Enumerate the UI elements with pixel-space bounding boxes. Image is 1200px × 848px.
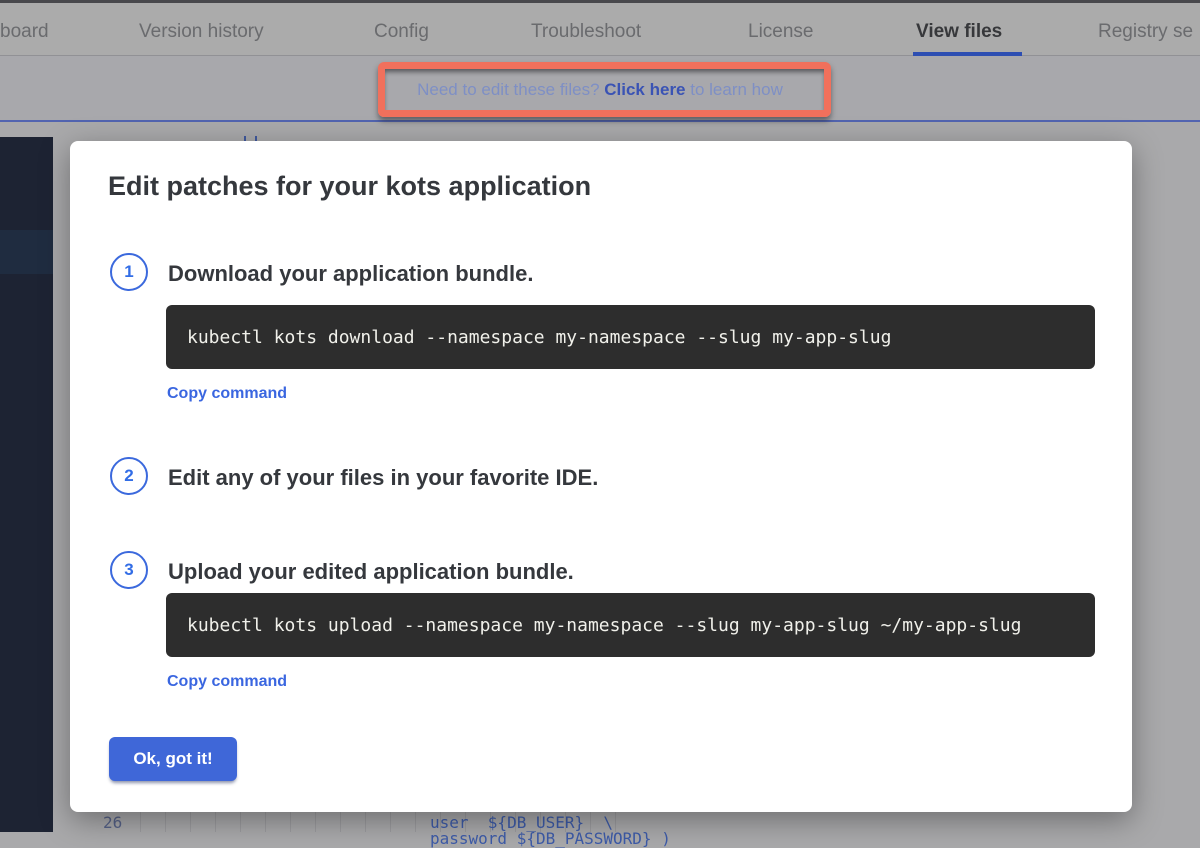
step-3-number: 3 <box>124 560 133 580</box>
upload-command-text: kubectl kots upload --namespace my-names… <box>187 615 1021 636</box>
banner-text: Need to edit these files? Click here to … <box>0 80 1200 100</box>
tab-dashboard-clipped[interactable]: board <box>0 21 49 43</box>
step-3-heading: Upload your edited application bundle. <box>168 559 574 585</box>
edit-patches-modal: Edit patches for your kots application 1… <box>70 141 1132 812</box>
step-3-badge: 3 <box>110 551 148 589</box>
tab-view-files[interactable]: View files <box>916 21 1002 43</box>
tab-license[interactable]: License <box>748 21 814 43</box>
step-1-heading: Download your application bundle. <box>168 261 533 287</box>
banner-text-suffix: to learn how <box>686 80 783 99</box>
window-top-edge <box>0 0 1200 3</box>
editor-line-number: 26 <box>103 813 122 832</box>
copy-upload-command-link[interactable]: Copy command <box>167 673 287 691</box>
step-2-badge: 2 <box>110 457 148 495</box>
download-command-block: kubectl kots download --namespace my-nam… <box>166 305 1095 369</box>
file-tree-sidebar <box>0 137 53 832</box>
step-2-number: 2 <box>124 466 133 486</box>
edit-files-banner: Need to edit these files? Click here to … <box>0 56 1200 122</box>
app-nav: board Version history Config Troubleshoo… <box>0 0 1200 56</box>
click-here-link[interactable]: Click here <box>604 80 685 99</box>
step-2-heading: Edit any of your files in your favorite … <box>168 465 598 491</box>
ok-got-it-button[interactable]: Ok, got it! <box>109 737 237 781</box>
banner-text-prefix: Need to edit these files? <box>417 80 604 99</box>
tab-config[interactable]: Config <box>374 21 429 43</box>
copy-download-command-link[interactable]: Copy command <box>167 385 287 403</box>
file-tree-selected-item[interactable] <box>0 230 53 274</box>
upload-command-block: kubectl kots upload --namespace my-names… <box>166 593 1095 657</box>
modal-title: Edit patches for your kots application <box>108 171 591 202</box>
step-1-badge: 1 <box>110 253 148 291</box>
tab-version-history[interactable]: Version history <box>139 21 264 43</box>
tab-registry-settings-clipped[interactable]: Registry se <box>1098 21 1193 43</box>
tab-troubleshoot[interactable]: Troubleshoot <box>531 21 641 43</box>
step-1-number: 1 <box>124 262 133 282</box>
download-command-text: kubectl kots download --namespace my-nam… <box>187 327 891 348</box>
